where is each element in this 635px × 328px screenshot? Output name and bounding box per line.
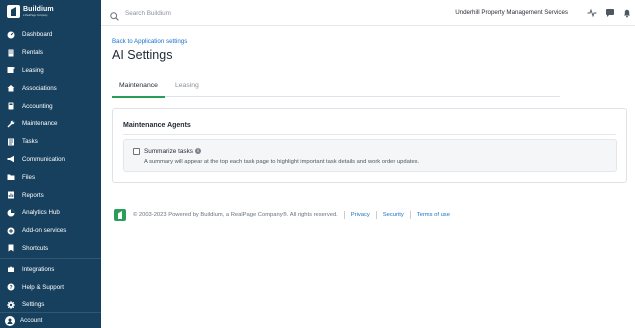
activity-icon[interactable] [587,8,597,18]
sidebar-item-label: Communication [22,155,65,163]
sidebar-item-label: Tasks [22,138,38,146]
bell-icon[interactable] [622,8,632,18]
sidebar-item-label: Rentals [22,49,43,57]
chat-icon[interactable] [605,8,615,18]
sidebar-item-label: Settings [22,301,45,309]
section-title: Maintenance Agents [123,122,191,129]
sidebar-item-associations[interactable]: Associations [0,79,101,97]
reports-icon [7,191,15,199]
sidebar-item-files[interactable]: Files [0,168,101,186]
tab-bar: Maintenance Leasing [112,78,560,98]
account-label: Account [20,317,43,324]
wrench-icon [7,120,15,128]
summarize-tasks-description: A summary will appear at the top each ta… [144,159,420,165]
sidebar-item-label: Analytics Hub [22,209,60,217]
tasks-icon [7,138,15,146]
svg-text:?: ? [9,285,12,291]
gear-icon [7,300,15,309]
sidebar-item-label: Help & Support [22,283,64,291]
sidebar-item-account[interactable]: Account [0,312,101,328]
sidebar-item-label: Integrations [22,265,55,273]
sidebar-item-label: Shortcuts [22,244,49,252]
sidebar-item-maintenance[interactable]: Maintenance [0,115,101,133]
dashboard-icon [7,31,15,39]
main-content: Back to Application settings AI Settings… [101,26,635,328]
associations-icon [7,84,15,92]
sidebar-item-label: Add-on services [22,227,67,235]
back-to-application-settings-link[interactable]: Back to Application settings [112,38,187,45]
section-divider [123,134,616,135]
copyright-text: © 2003-2023 Powered by Buildium, a RealP… [133,212,338,218]
avatar [5,315,15,326]
privacy-link[interactable]: Privacy [351,212,370,218]
maintenance-agents-card: Maintenance Agents Summarize tasks i A s… [112,108,627,183]
addon-icon [7,227,15,235]
sidebar-item-dashboard[interactable]: Dashboard [0,26,101,44]
sidebar-item-integrations[interactable]: Integrations [0,260,101,278]
logo-tagline: a RealPage Company [23,14,48,17]
sidebar-item-add-on-services[interactable]: Add-on services [0,222,101,240]
sidebar-item-label: Dashboard [22,31,53,39]
summarize-tasks-checkbox[interactable] [133,148,140,155]
search-icon [110,8,119,21]
security-link[interactable]: Security [383,212,404,218]
sidebar-item-label: Leasing [22,66,44,74]
buildium-logo-icon [7,5,20,18]
sidebar-item-label: Associations [22,84,57,92]
tab-maintenance[interactable]: Maintenance [112,82,165,98]
info-icon[interactable]: i [195,148,201,154]
leasing-icon [7,66,15,74]
buildium-footer-logo-icon [114,209,126,221]
summarize-tasks-option: Summarize tasks i A summary will appear … [123,139,617,172]
puzzle-icon [7,265,15,273]
sidebar-item-communication[interactable]: Communication [0,151,101,169]
footer: © 2003-2023 Powered by Buildium, a RealP… [114,209,450,221]
sidebar-item-shortcuts[interactable]: Shortcuts [0,240,101,258]
sidebar-item-label: Accounting [22,102,53,110]
sidebar-item-help-support[interactable]: ? Help & Support [0,278,101,296]
help-icon: ? [7,283,15,291]
footer-divider [409,211,411,219]
buildium-logo[interactable]: Buildium a RealPage Company [7,5,54,18]
folder-icon [7,173,15,181]
sidebar-item-reports[interactable]: Reports [0,186,101,204]
megaphone-icon [7,155,15,163]
company-name[interactable]: Underhill Property Management Services [455,9,568,16]
sidebar-item-analytics-hub[interactable]: Analytics Hub [0,204,101,222]
tab-leasing[interactable]: Leasing [175,82,199,89]
sidebar: Buildium a RealPage Company Dashboard Re… [0,0,101,328]
sidebar-item-leasing[interactable]: Leasing [0,62,101,80]
bookmark-icon [7,244,15,252]
terms-of-use-link[interactable]: Terms of use [417,212,450,218]
page-title: AI Settings [112,48,173,62]
sidebar-item-label: Files [22,173,36,181]
sidebar-item-tasks[interactable]: Tasks [0,133,101,151]
search-input[interactable] [125,7,275,19]
topbar: Underhill Property Management Services [101,0,635,26]
footer-divider [343,211,345,219]
sidebar-nav: Dashboard Rentals Leasing Associations A… [0,26,101,314]
analytics-icon [7,209,15,217]
sidebar-divider [0,258,101,260]
sidebar-item-label: Maintenance [22,120,58,128]
sidebar-item-accounting[interactable]: Accounting [0,97,101,115]
logo-name: Buildium [23,6,54,13]
calculator-icon [7,102,15,110]
sidebar-item-label: Reports [22,191,44,199]
building-icon [7,49,15,57]
summarize-tasks-label[interactable]: Summarize tasks [144,148,193,155]
sidebar-item-rentals[interactable]: Rentals [0,44,101,62]
footer-divider [375,211,377,219]
